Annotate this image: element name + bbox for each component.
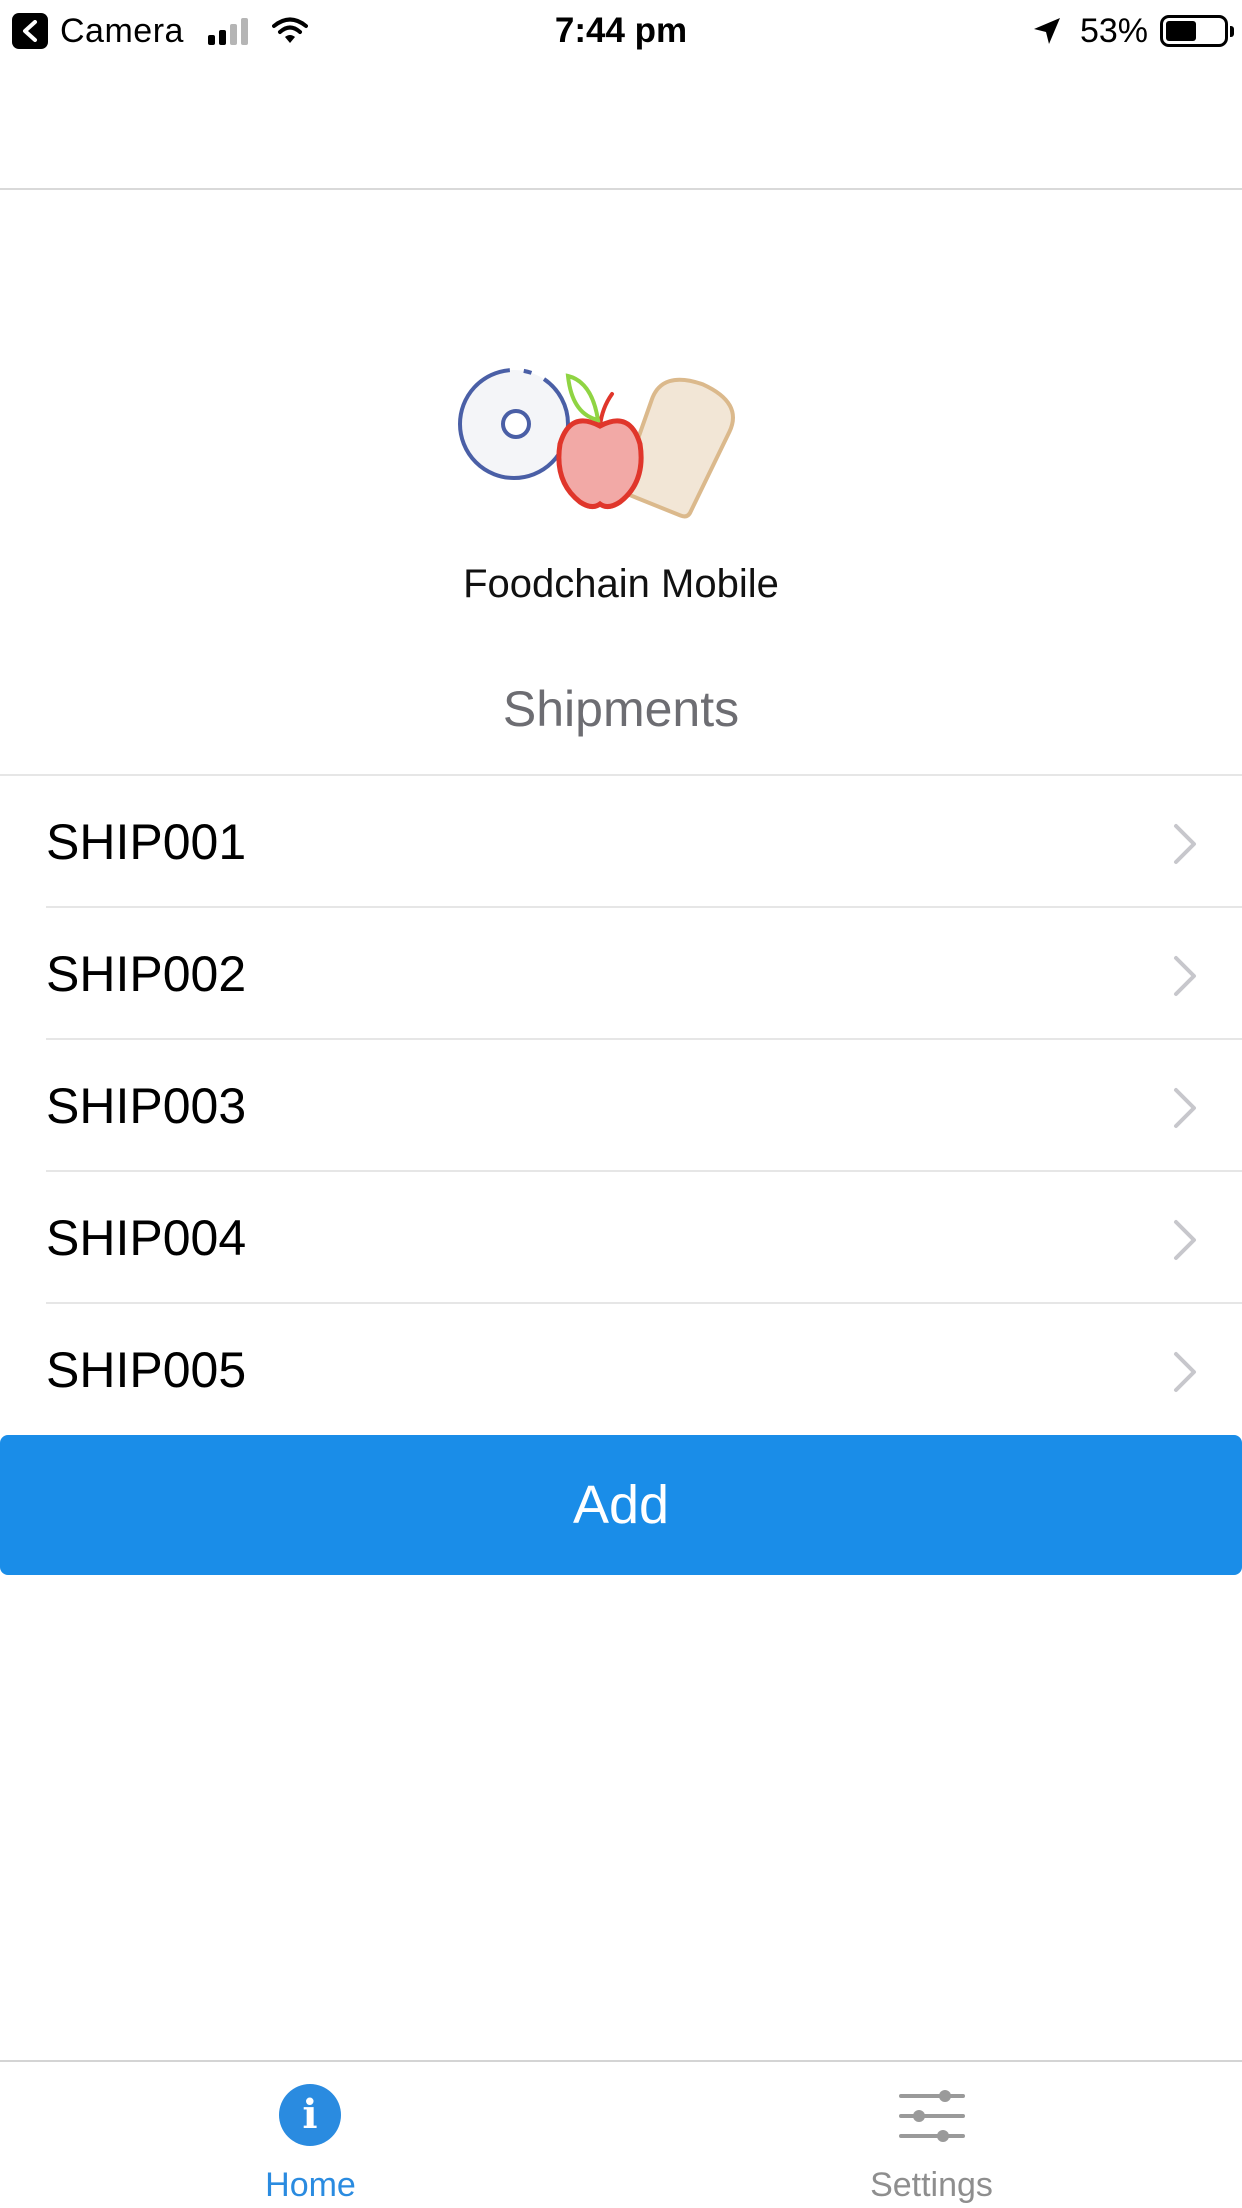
list-item[interactable]: SHIP004 <box>0 1172 1242 1304</box>
add-button[interactable]: Add <box>0 1435 1242 1575</box>
tab-settings-label: Settings <box>870 2166 993 2204</box>
shipments-list: SHIP001 SHIP002 SHIP003 SHIP004 SHIP005 <box>0 774 1242 1436</box>
tab-home[interactable]: i Home <box>0 2062 621 2208</box>
chevron-right-icon <box>1174 956 1196 996</box>
section-title: Shipments <box>502 681 740 737</box>
chevron-right-icon <box>1174 824 1196 864</box>
location-arrow-icon <box>1033 18 1060 44</box>
navigation-bar <box>0 62 1242 190</box>
chevron-right-icon <box>1174 1352 1196 1392</box>
shipment-label: SHIP005 <box>46 1342 247 1398</box>
battery-percent: 53% <box>1079 11 1148 50</box>
shipment-label: SHIP002 <box>46 946 247 1002</box>
chevron-right-icon <box>1174 1220 1196 1260</box>
info-icon: i <box>279 2084 341 2146</box>
list-item[interactable]: SHIP001 <box>0 776 1242 908</box>
shipment-label: SHIP001 <box>46 814 247 870</box>
shipment-label: SHIP003 <box>46 1078 247 1134</box>
battery-icon <box>1160 15 1234 47</box>
app-name: Foodchain Mobile <box>463 562 779 606</box>
list-item[interactable]: SHIP002 <box>0 908 1242 1040</box>
chevron-right-icon <box>1174 1088 1196 1128</box>
tab-home-label: Home <box>265 2166 356 2204</box>
list-item[interactable]: SHIP005 <box>0 1304 1242 1436</box>
battery-fill <box>1166 21 1196 41</box>
tab-bar: i Home Settings <box>0 2060 1242 2208</box>
sliders-icon <box>899 2090 965 2142</box>
tab-settings[interactable]: Settings <box>621 2062 1242 2208</box>
foodchain-logo-icon <box>458 368 735 519</box>
status-bar: Camera 7:44 pm 53% <box>0 0 1242 62</box>
shipment-label: SHIP004 <box>46 1210 247 1266</box>
list-item[interactable]: SHIP003 <box>0 1040 1242 1172</box>
status-right: 53% <box>1032 8 1234 54</box>
